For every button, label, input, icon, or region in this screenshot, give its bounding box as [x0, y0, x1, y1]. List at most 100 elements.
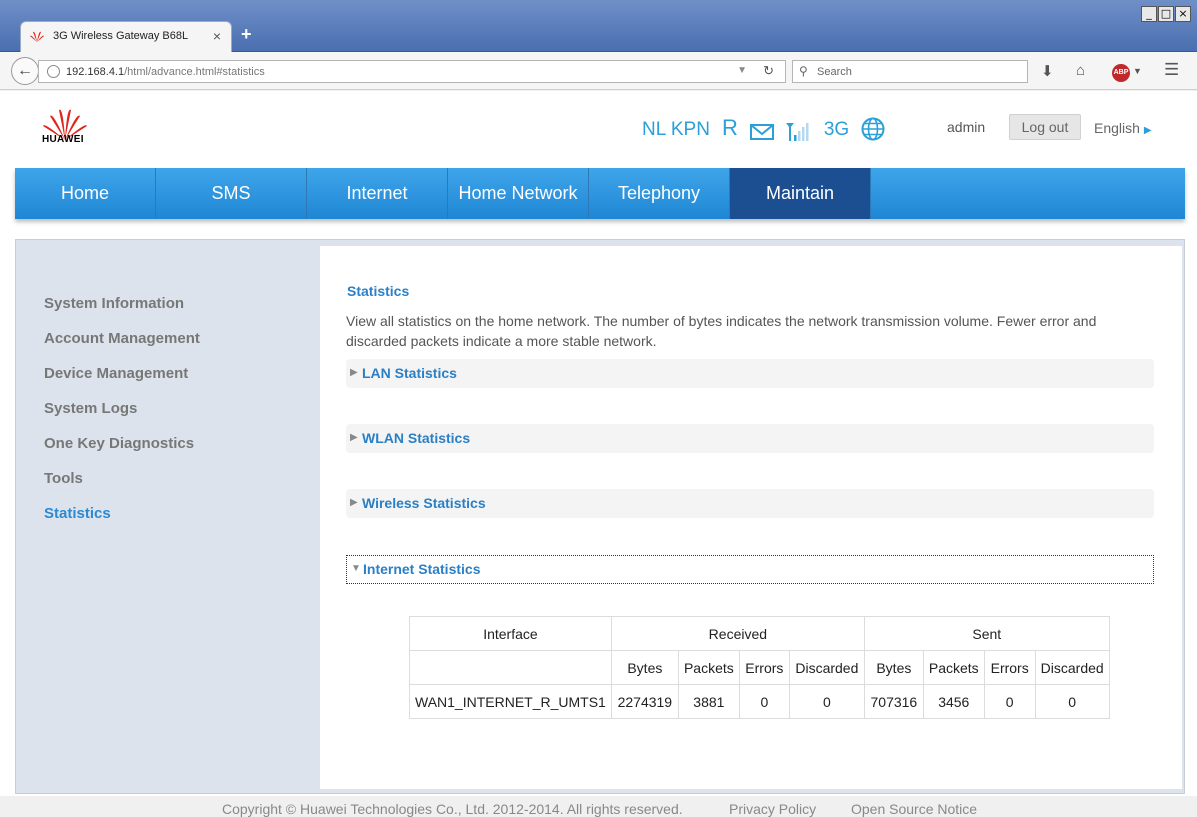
- subheader-cell: Errors: [738, 650, 790, 685]
- table-row: WAN1_INTERNET_R_UMTS1 2274319 3881 0 0 7…: [409, 684, 1110, 719]
- globe-icon: [47, 65, 60, 78]
- sidebar-item-tools[interactable]: Tools: [44, 470, 83, 487]
- sidebar: System Information Account Management De…: [16, 240, 320, 795]
- subheader-cell: Bytes: [610, 650, 679, 685]
- section-label: LAN Statistics: [362, 365, 457, 381]
- chevron-right-icon: ▶: [350, 367, 358, 378]
- download-icon[interactable]: ⬇: [1041, 62, 1054, 80]
- search-bar[interactable]: ⚲ Search: [792, 60, 1028, 83]
- tab-title: 3G Wireless Gateway B68L: [53, 30, 189, 42]
- subheader-cell: Bytes: [863, 650, 924, 685]
- browser-navbar: ← 192.168.4.1/html/advance.html#statisti…: [0, 52, 1197, 90]
- search-icon: ⚲: [799, 64, 808, 78]
- cell-value: 0: [788, 684, 865, 719]
- nav-sms[interactable]: SMS: [156, 168, 307, 219]
- cell-value: 3881: [677, 684, 740, 719]
- reload-icon[interactable]: ↻: [763, 63, 774, 79]
- sidebar-item-device-management[interactable]: Device Management: [44, 365, 188, 382]
- subheader-cell: Packets: [922, 650, 985, 685]
- url-path: /html/advance.html#statistics: [124, 66, 265, 78]
- url-dropdown-icon[interactable]: ▼: [737, 65, 747, 76]
- nav-telephony[interactable]: Telephony: [589, 168, 730, 219]
- table-header-row: Interface Received Sent: [409, 616, 1110, 651]
- roaming-indicator: R: [721, 115, 738, 140]
- section-label: Internet Statistics: [363, 561, 481, 577]
- adblock-dropdown-icon[interactable]: ▼: [1133, 66, 1142, 76]
- header-received: Received: [610, 616, 865, 651]
- provider-name: NL KPN: [642, 119, 710, 140]
- browser-titlebar: _ □ × 3G Wireless Gateway B68L × +: [0, 0, 1197, 52]
- main-nav: Home SMS Internet Home Network Telephony…: [15, 168, 1185, 219]
- internet-globe-icon: [861, 117, 885, 141]
- sidebar-item-account-management[interactable]: Account Management: [44, 330, 200, 347]
- subheader-cell: Discarded: [788, 650, 865, 685]
- privacy-policy-link[interactable]: Privacy Policy: [729, 801, 816, 817]
- cell-value: 0: [1034, 684, 1110, 719]
- menu-icon[interactable]: ☰: [1164, 60, 1179, 80]
- network-type: 3G: [823, 119, 850, 140]
- nav-maintain[interactable]: Maintain: [730, 168, 871, 219]
- section-label: WLAN Statistics: [362, 430, 471, 446]
- language-label: English: [1094, 120, 1140, 136]
- nav-home[interactable]: Home: [15, 168, 156, 219]
- language-selector[interactable]: English ▶: [1094, 120, 1152, 136]
- page-title: Statistics: [347, 283, 410, 299]
- sidebar-item-one-key-diagnostics[interactable]: One Key Diagnostics: [44, 435, 194, 452]
- home-icon[interactable]: ⌂: [1076, 62, 1085, 79]
- maximize-button[interactable]: □: [1158, 6, 1174, 22]
- subheader-cell: Discarded: [1034, 650, 1110, 685]
- back-arrow-icon: ←: [17, 62, 33, 79]
- header-interface: Interface: [409, 616, 612, 651]
- status-area: NL KPN R 3G: [642, 115, 885, 141]
- cell-value: 707316: [863, 684, 924, 719]
- header-sent: Sent: [863, 616, 1110, 651]
- tab-close-icon[interactable]: ×: [213, 28, 221, 44]
- url-bar[interactable]: 192.168.4.1/html/advance.html#statistics…: [38, 60, 786, 83]
- huawei-favicon-icon: [30, 31, 44, 42]
- search-placeholder: Search: [817, 66, 852, 78]
- page-description: View all statistics on the home network.…: [346, 313, 1097, 349]
- back-button[interactable]: ←: [11, 57, 39, 85]
- sidebar-item-system-information[interactable]: System Information: [44, 295, 184, 312]
- sidebar-item-statistics[interactable]: Statistics: [44, 505, 111, 522]
- content-area: Statistics View all statistics on the ho…: [320, 246, 1182, 789]
- adblock-icon[interactable]: ABP: [1112, 64, 1130, 82]
- url-host: 192.168.4.1: [66, 66, 125, 78]
- section-wlan-statistics[interactable]: ▶ WLAN Statistics: [346, 424, 1154, 453]
- cell-value: 0: [983, 684, 1036, 719]
- section-internet-statistics[interactable]: ▼ Internet Statistics: [346, 555, 1154, 584]
- minimize-button[interactable]: _: [1141, 6, 1157, 22]
- page-footer: Copyright © Huawei Technologies Co., Ltd…: [0, 796, 1197, 817]
- logo-text: HUAWEI: [42, 134, 84, 145]
- section-label: Wireless Statistics: [362, 495, 486, 511]
- chevron-right-icon: ▶: [350, 432, 358, 443]
- chevron-down-icon: ▼: [351, 563, 361, 574]
- url-text: 192.168.4.1/html/advance.html#statistics: [66, 66, 265, 78]
- logout-button[interactable]: Log out: [1009, 114, 1081, 140]
- main-panel: System Information Account Management De…: [15, 239, 1185, 794]
- subheader-cell: Packets: [677, 650, 740, 685]
- subheader-blank: [409, 650, 612, 685]
- router-page: HUAWEI NL KPN R 3G admin Log out English…: [0, 91, 1197, 817]
- mail-icon[interactable]: [749, 123, 774, 141]
- cell-value: 2274319: [610, 684, 679, 719]
- browser-tab[interactable]: 3G Wireless Gateway B68L ×: [20, 21, 232, 52]
- new-tab-button[interactable]: +: [241, 24, 252, 45]
- sidebar-item-system-logs[interactable]: System Logs: [44, 400, 137, 417]
- close-window-button[interactable]: ×: [1175, 6, 1191, 22]
- cell-value: 3456: [922, 684, 985, 719]
- window-controls: _ □ ×: [1141, 6, 1191, 22]
- signal-strength-icon: [785, 123, 809, 141]
- open-source-notice-link[interactable]: Open Source Notice: [851, 801, 977, 817]
- subheader-cell: Errors: [983, 650, 1036, 685]
- cell-interface: WAN1_INTERNET_R_UMTS1: [409, 684, 612, 719]
- section-lan-statistics[interactable]: ▶ LAN Statistics: [346, 359, 1154, 388]
- user-name: admin: [947, 119, 986, 135]
- nav-internet[interactable]: Internet: [307, 168, 448, 219]
- section-wireless-statistics[interactable]: ▶ Wireless Statistics: [346, 489, 1154, 518]
- nav-home-network[interactable]: Home Network: [448, 168, 589, 219]
- copyright-text: Copyright © Huawei Technologies Co., Ltd…: [222, 801, 683, 817]
- chevron-right-icon: ▶: [1143, 125, 1152, 136]
- internet-statistics-table: Interface Received Sent Bytes Packets Er…: [409, 616, 1110, 719]
- table-subheader-row: Bytes Packets Errors Discarded Bytes Pac…: [409, 650, 1110, 685]
